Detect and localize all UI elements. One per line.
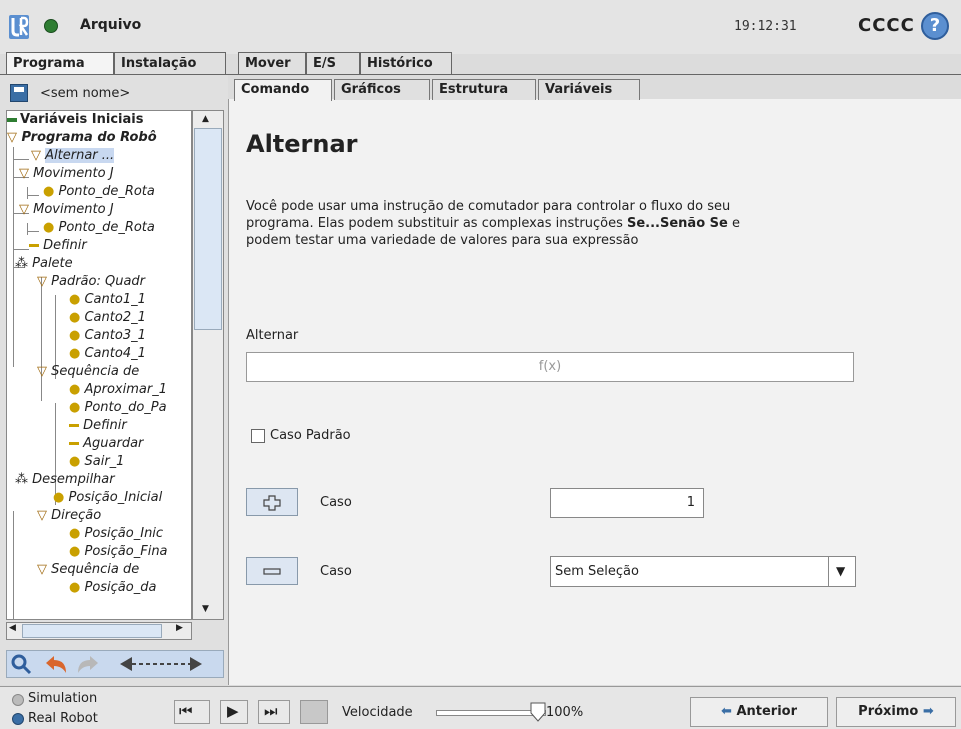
play-button[interactable]: ▶ [220,700,248,724]
skip-back-button[interactable]: ⏮ [174,700,210,724]
tab-es[interactable]: E/S [306,52,360,74]
case-value-input[interactable]: 1 [550,488,704,518]
step-button[interactable]: ⏭ [258,700,290,724]
expression-field[interactable]: f(x) [246,352,854,382]
tree-node[interactable]: ● Posição_Inic [69,525,163,543]
skip-back-icon: ⏮ [179,702,193,720]
program-tree[interactable]: Variáveis Iniciais ▽ Programa do Robô ▽ … [6,110,192,620]
default-case-label: Caso Padrão [270,428,351,443]
tree-node[interactable]: ▽ Movimento J [19,201,114,219]
scroll-right-icon[interactable]: ▶ [176,623,183,633]
page-title: Alternar [246,130,358,158]
command-panel [228,99,961,685]
tree-node[interactable]: ▽ Padrão: Quadr [37,273,145,291]
real-robot-label: Real Robot [28,711,98,726]
arrow-right-icon: ➡ [922,704,934,719]
tree-hscroll-thumb[interactable] [22,624,162,638]
description: Você pode usar uma instrução de comutado… [246,199,740,248]
speed-label: Velocidade [342,705,413,720]
switch-label: Alternar [246,328,299,343]
step-icon: ⏭ [264,702,278,720]
tree-node[interactable]: ● Ponto_de_Rota [43,219,155,237]
tree-node[interactable]: ● Canto3_1 [69,327,146,345]
arrow-left-icon: ⬅ [721,704,732,719]
play-icon: ▶ [227,702,239,720]
scroll-up-icon[interactable]: ▲ [202,114,209,124]
robot-name: CCCC [858,15,915,36]
speed-value: 100% [546,705,584,720]
simulation-radio[interactable] [12,694,24,706]
file-menu[interactable]: Arquivo [80,17,141,33]
tab-instalacao[interactable]: Instalação [114,52,226,74]
tab-comando[interactable]: Comando [234,79,332,101]
tree-node[interactable]: ● Posição_Inicial [53,489,162,507]
tree-node[interactable]: ▽ Movimento J [19,165,114,183]
tree-node[interactable]: ● Canto1_1 [69,291,146,309]
tree-node[interactable]: ⁂ Palete [15,255,73,273]
tree-scroll-thumb[interactable] [194,128,222,330]
tab-mover[interactable]: Mover [238,52,306,74]
real-robot-radio[interactable] [12,713,24,725]
remove-case-label: Caso [320,564,352,579]
redo-icon[interactable] [74,653,100,675]
clock: 19:12:31 [734,19,797,34]
stop-button[interactable] [300,700,328,724]
tree-node[interactable]: ● Posição_Fina [69,543,168,561]
scroll-left-icon[interactable]: ◀ [9,623,16,633]
tree-node[interactable]: Variáveis Iniciais [7,111,143,129]
add-case-label: Caso [320,495,352,510]
scroll-down-icon[interactable]: ▼ [202,604,209,614]
tree-node[interactable]: ▽ Direção [37,507,101,525]
tab-variaveis[interactable]: Variáveis [538,79,640,100]
default-case-checkbox[interactable] [251,429,265,443]
previous-button[interactable]: ⬅ Anterior [690,697,828,727]
tree-node[interactable]: ⁂ Desempilhar [15,471,115,489]
add-case-button[interactable] [246,488,298,516]
tree-node[interactable]: Aguardar [69,435,143,453]
tree-node[interactable]: ● Posição_da [69,579,156,597]
search-icon[interactable] [10,653,32,675]
tab-historico[interactable]: Histórico [360,52,452,74]
tree-node[interactable]: ● Ponto_do_Pa [69,399,167,417]
chevron-down-icon[interactable]: ▼ [828,557,855,586]
status-dot-icon [44,19,58,33]
minus-icon [263,568,281,575]
save-icon[interactable] [10,84,28,102]
tree-node[interactable]: ▽ Sequência de [37,561,139,579]
speed-slider-thumb[interactable] [530,702,546,722]
tree-node[interactable]: ▽ Programa do Robô [7,129,157,147]
tree-node[interactable]: ● Canto4_1 [69,345,146,363]
remove-case-button[interactable] [246,557,298,585]
tree-node[interactable]: ● Sair_1 [69,453,124,471]
tree-node[interactable]: Definir [69,417,127,435]
plus-icon [263,495,281,511]
tab-graficos[interactable]: Gráficos [334,79,430,100]
help-icon[interactable]: ? [921,12,949,40]
tree-node[interactable]: ▽ Sequência de [37,363,139,381]
tree-node[interactable]: ● Canto2_1 [69,309,146,327]
tab-estrutura[interactable]: Estrutura [432,79,536,100]
tree-node[interactable]: ● Ponto_de_Rota [43,183,155,201]
case-select[interactable]: Sem Seleção [550,556,856,587]
move-node-icon[interactable] [118,655,204,673]
next-button[interactable]: Próximo ➡ [836,697,956,727]
title-bar [0,0,961,54]
tree-node[interactable]: Definir [29,237,87,255]
simulation-label: Simulation [28,691,98,706]
tab-programa[interactable]: Programa [6,52,114,76]
tree-node[interactable]: ● Aproximar_1 [69,381,167,399]
ur-logo-icon [9,15,29,39]
undo-icon[interactable] [44,653,70,675]
program-name: <sem nome> [40,86,131,101]
tree-node-selected[interactable]: ▽ Alternar ... [31,147,115,165]
